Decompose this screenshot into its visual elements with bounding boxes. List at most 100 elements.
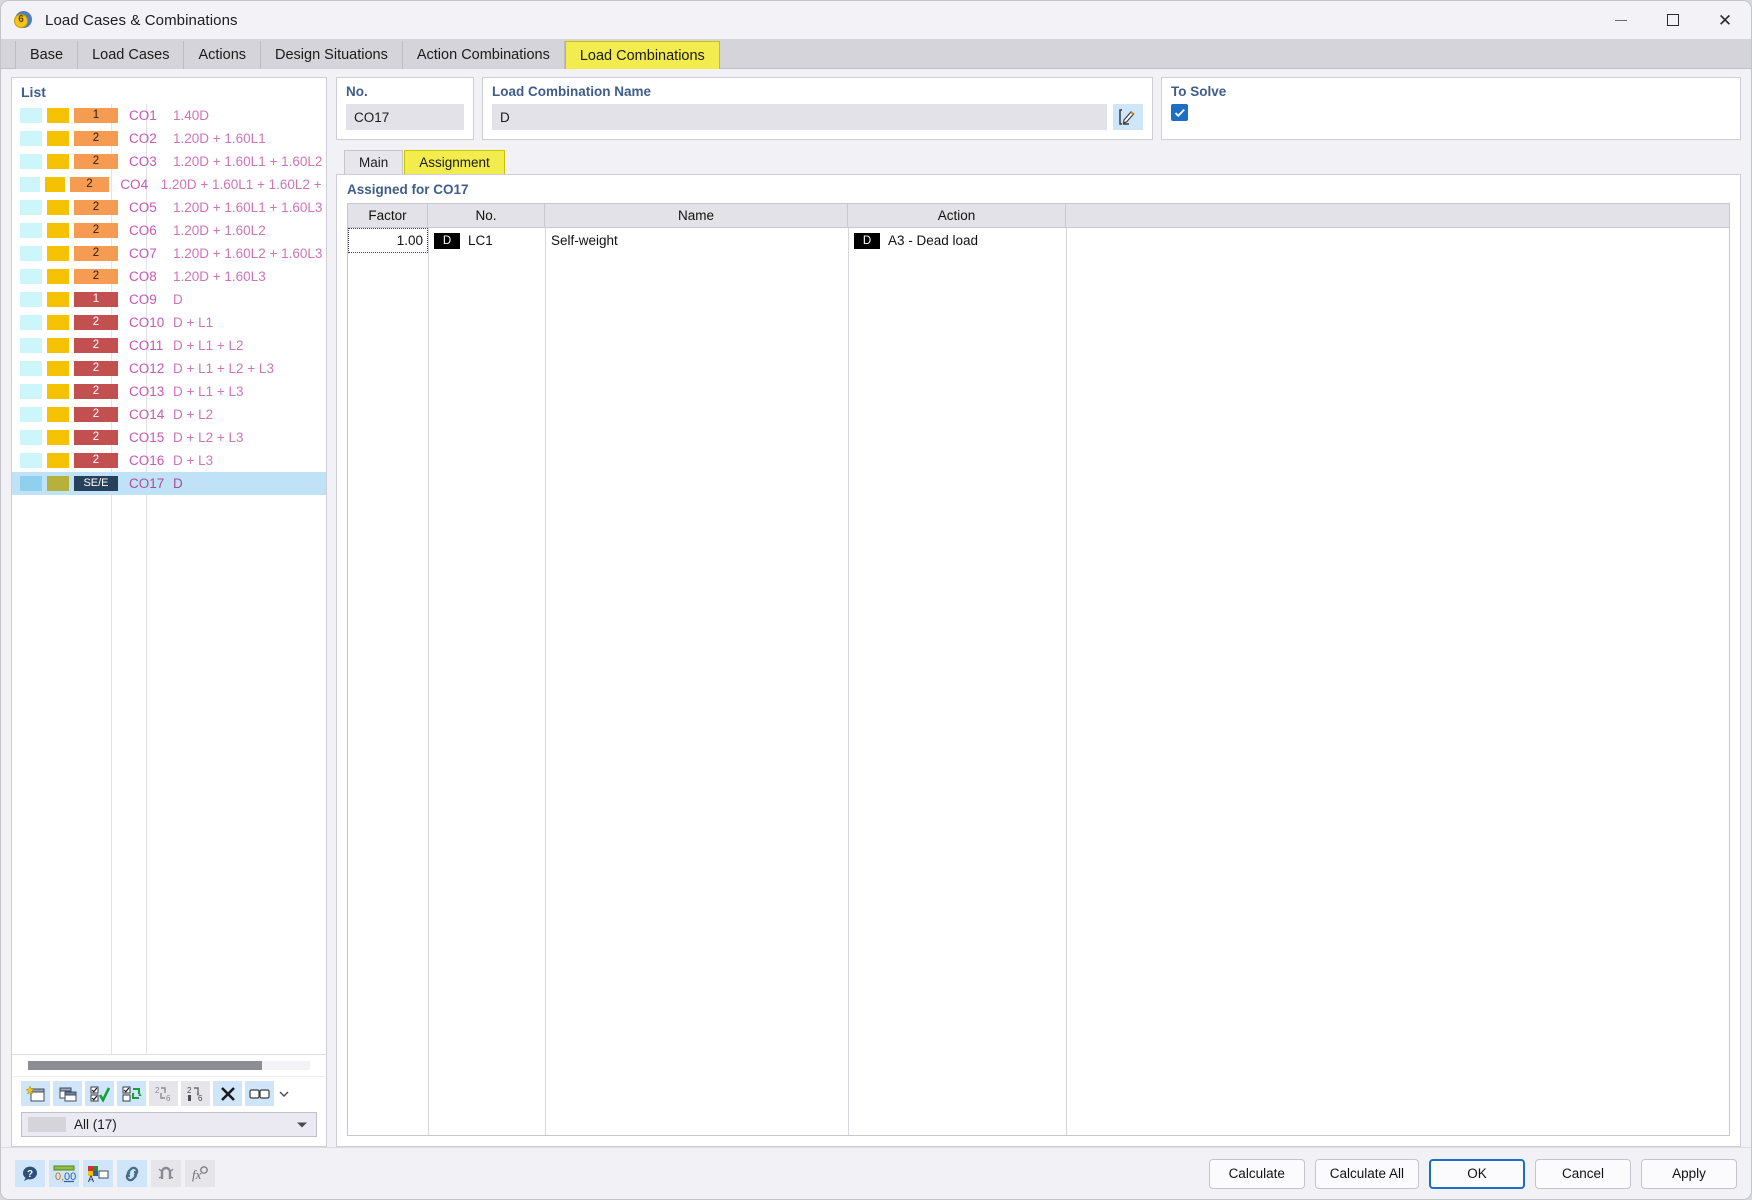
visibility-swatch[interactable] (20, 315, 42, 330)
color-swatch[interactable] (47, 292, 69, 307)
tab-assignment[interactable]: Assignment (404, 150, 505, 174)
list-item[interactable]: 2 CO8 1.20D + 1.60L3 (12, 265, 326, 288)
color-swatch[interactable] (47, 200, 69, 215)
load-combination-name-input[interactable]: D (492, 104, 1107, 130)
column-header-action[interactable]: Action (848, 204, 1066, 227)
list-item[interactable]: 2 CO4 1.20D + 1.60L1 + 1.60L2 + 1.6 (12, 173, 326, 196)
delete-button[interactable] (213, 1081, 242, 1106)
formula-button[interactable]: fx (185, 1160, 215, 1187)
visibility-swatch[interactable] (20, 430, 42, 445)
table-row[interactable]: 1.00 D LC1 Self-weight D A3 - Dead load (348, 228, 1729, 253)
column-header-name[interactable]: Name (545, 204, 848, 227)
column-header-factor[interactable]: Factor (348, 204, 428, 227)
list-item[interactable]: 1 CO9 D (12, 288, 326, 311)
visibility-swatch[interactable] (20, 154, 42, 169)
visibility-swatch[interactable] (20, 338, 42, 353)
cell-factor[interactable]: 1.00 (348, 228, 428, 253)
snap-button[interactable] (151, 1160, 181, 1187)
list-scroll-area[interactable]: 1 CO1 1.40D 2 CO2 1.20D + 1.60L1 2 CO3 1.20D + 1… (12, 104, 326, 1054)
cell-name[interactable]: Self-weight (545, 228, 848, 253)
edit-name-button[interactable] (1113, 104, 1143, 130)
tab-load-combinations[interactable]: Load Combinations (564, 41, 720, 69)
color-swatch[interactable] (47, 338, 69, 353)
tab-design-situations[interactable]: Design Situations (261, 41, 403, 69)
cancel-button[interactable]: Cancel (1535, 1158, 1631, 1189)
maximize-button[interactable] (1647, 1, 1699, 39)
list-item[interactable]: 2 CO2 1.20D + 1.60L1 (12, 127, 326, 150)
list-item[interactable]: 2 CO7 1.20D + 1.60L2 + 1.60L3 (12, 242, 326, 265)
list-item[interactable]: 2 CO11 D + L1 + L2 (12, 334, 326, 357)
split-view-button[interactable] (245, 1081, 274, 1106)
apply-button[interactable]: Apply (1641, 1158, 1737, 1189)
list-horizontal-scrollbar[interactable] (12, 1054, 326, 1076)
color-swatch[interactable] (47, 476, 69, 491)
list-item[interactable]: 2 CO13 D + L1 + L3 (12, 380, 326, 403)
cell-action[interactable]: D A3 - Dead load (848, 228, 1066, 253)
cell-no[interactable]: D LC1 (428, 228, 545, 253)
color-swatch[interactable] (47, 315, 69, 330)
list-item[interactable]: 2 CO12 D + L1 + L2 + L3 (12, 357, 326, 380)
visibility-swatch[interactable] (20, 269, 42, 284)
list-item[interactable]: 2 CO15 D + L2 + L3 (12, 426, 326, 449)
list-item[interactable]: 2 CO3 1.20D + 1.60L1 + 1.60L2 (12, 150, 326, 173)
list-item[interactable]: 1 CO1 1.40D (12, 104, 326, 127)
scroll-track[interactable] (28, 1061, 310, 1070)
visibility-swatch[interactable] (20, 361, 42, 376)
visibility-swatch[interactable] (20, 200, 42, 215)
new-load-combination-button[interactable] (21, 1081, 50, 1106)
tab-load-cases[interactable]: Load Cases (78, 41, 185, 69)
color-swatch[interactable] (44, 177, 65, 192)
list-item[interactable]: 2 CO16 D + L3 (12, 449, 326, 472)
visibility-swatch[interactable] (20, 476, 42, 491)
number-format-button[interactable]: 0, 00 (49, 1160, 79, 1187)
color-swatch[interactable] (47, 108, 69, 123)
tab-action-combinations[interactable]: Action Combinations (402, 41, 565, 69)
visibility-swatch[interactable] (20, 108, 42, 123)
color-settings-button[interactable]: A (83, 1160, 113, 1187)
list-item[interactable]: 2 CO10 D + L1 (12, 311, 326, 334)
list-item[interactable]: 2 CO14 D + L2 (12, 403, 326, 426)
color-swatch[interactable] (47, 384, 69, 399)
list-item[interactable]: 2 CO5 1.20D + 1.60L1 + 1.60L3 (12, 196, 326, 219)
visibility-swatch[interactable] (20, 131, 42, 146)
column-header-no[interactable]: No. (428, 204, 545, 227)
split-view-dropdown[interactable] (277, 1081, 291, 1106)
copy-load-combination-button[interactable] (53, 1081, 82, 1106)
list-item[interactable]: 2 CO6 1.20D + 1.60L2 (12, 219, 326, 242)
assignment-grid-body[interactable]: 1.00 D LC1 Self-weight D A3 - Dead load (348, 228, 1729, 1135)
calculate-button[interactable]: Calculate (1208, 1158, 1305, 1189)
color-swatch[interactable] (47, 223, 69, 238)
visibility-swatch[interactable] (20, 453, 42, 468)
color-swatch[interactable] (47, 269, 69, 284)
no-input[interactable]: CO17 (346, 104, 464, 130)
color-swatch[interactable] (47, 453, 69, 468)
visibility-swatch[interactable] (20, 223, 42, 238)
tab-actions[interactable]: Actions (184, 41, 262, 69)
visibility-swatch[interactable] (20, 407, 42, 422)
calculate-all-button[interactable]: Calculate All (1314, 1158, 1419, 1189)
list-filter-select[interactable]: All (17) (21, 1112, 317, 1137)
list-item[interactable]: SE/E CO17 D (12, 472, 326, 495)
renumber-button[interactable]: 2 6 (149, 1081, 178, 1106)
visibility-swatch[interactable] (20, 292, 42, 307)
info-help-button[interactable]: ? (15, 1160, 45, 1187)
ok-button[interactable]: OK (1429, 1158, 1525, 1189)
visibility-swatch[interactable] (20, 384, 42, 399)
color-swatch[interactable] (47, 154, 69, 169)
visibility-swatch[interactable] (20, 177, 40, 192)
invert-selection-button[interactable] (117, 1081, 146, 1106)
color-swatch[interactable] (47, 246, 69, 261)
color-swatch[interactable] (47, 361, 69, 376)
visibility-swatch[interactable] (20, 246, 42, 261)
color-swatch[interactable] (47, 430, 69, 445)
close-button[interactable]: ✕ (1699, 1, 1751, 39)
minimize-button[interactable] (1595, 1, 1647, 39)
to-solve-checkbox[interactable] (1171, 104, 1188, 121)
select-all-button[interactable] (85, 1081, 114, 1106)
tab-main[interactable]: Main (344, 150, 404, 174)
sequence-button[interactable]: 2 6 (181, 1081, 210, 1106)
link-button[interactable] (117, 1160, 147, 1187)
color-swatch[interactable] (47, 131, 69, 146)
tab-base[interactable]: Base (15, 41, 79, 69)
color-swatch[interactable] (47, 407, 69, 422)
